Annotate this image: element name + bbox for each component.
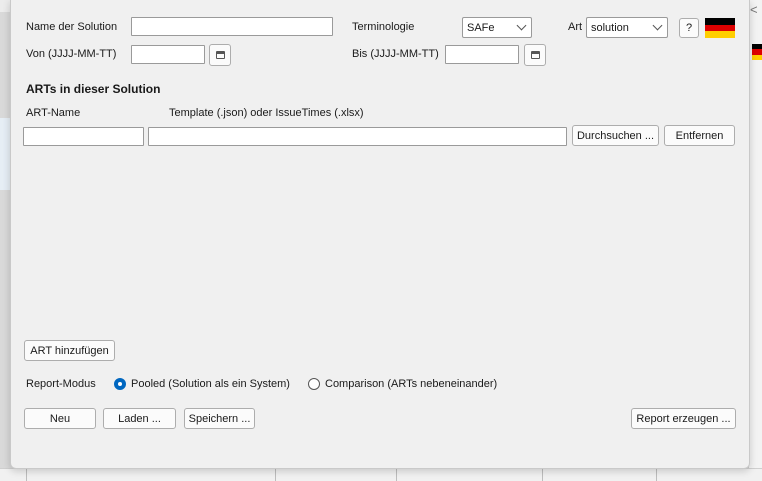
radio-pooled[interactable]	[114, 378, 126, 390]
from-date-picker-button[interactable]	[209, 44, 231, 66]
solution-name-input[interactable]	[131, 17, 333, 36]
calendar-icon	[215, 51, 225, 59]
browse-button[interactable]: Durchsuchen ...	[572, 125, 659, 146]
terminology-value: SAFe	[467, 21, 495, 34]
solution-name-label: Name der Solution	[26, 21, 118, 33]
background-german-flag-icon	[752, 44, 762, 60]
art-name-input[interactable]	[23, 127, 144, 146]
add-art-button[interactable]: ART hinzufügen	[24, 340, 115, 361]
background-table-strip	[0, 468, 762, 481]
to-date-input[interactable]	[445, 45, 519, 64]
art-type-select[interactable]: solution	[586, 17, 668, 38]
art-label: Art	[568, 21, 583, 33]
solution-dialog: Name der Solution Terminologie SAFe Art …	[10, 0, 750, 469]
remove-button[interactable]: Entfernen	[664, 125, 735, 146]
from-date-input[interactable]	[131, 45, 205, 64]
radio-comparison[interactable]	[308, 378, 320, 390]
chevron-down-icon	[652, 20, 663, 31]
terminology-select[interactable]: SAFe	[462, 17, 532, 38]
to-date-picker-button[interactable]	[524, 44, 546, 66]
from-date-label: Von (JJJJ-MM-TT)	[26, 48, 117, 60]
template-path-input[interactable]	[148, 127, 567, 146]
template-column-header: Template (.json) oder IssueTimes (.xlsx)	[169, 107, 364, 119]
generate-report-button[interactable]: Report erzeugen ...	[631, 408, 736, 429]
new-button[interactable]: Neu	[24, 408, 96, 429]
help-button[interactable]: ?	[679, 18, 699, 38]
chevron-down-icon	[516, 20, 527, 31]
background-panel	[0, 118, 10, 190]
save-button[interactable]: Speichern ...	[184, 408, 255, 429]
radio-comparison-label[interactable]: Comparison (ARTs nebeneinander)	[325, 377, 497, 391]
calendar-icon	[530, 51, 540, 59]
background-window-edge	[748, 0, 762, 480]
radio-pooled-label[interactable]: Pooled (Solution als ein System)	[131, 377, 290, 391]
report-mode-label: Report-Modus	[26, 378, 96, 390]
german-flag-icon[interactable]	[705, 18, 735, 38]
art-name-column-header: ART-Name	[26, 107, 81, 119]
arts-section-heading: ARTs in dieser Solution	[26, 82, 161, 96]
terminology-label: Terminologie	[352, 21, 415, 33]
background-chevron-icon[interactable]: <	[750, 2, 758, 17]
load-button[interactable]: Laden ...	[103, 408, 176, 429]
to-date-label: Bis (JJJJ-MM-TT)	[352, 48, 439, 60]
art-type-value: solution	[591, 21, 629, 34]
